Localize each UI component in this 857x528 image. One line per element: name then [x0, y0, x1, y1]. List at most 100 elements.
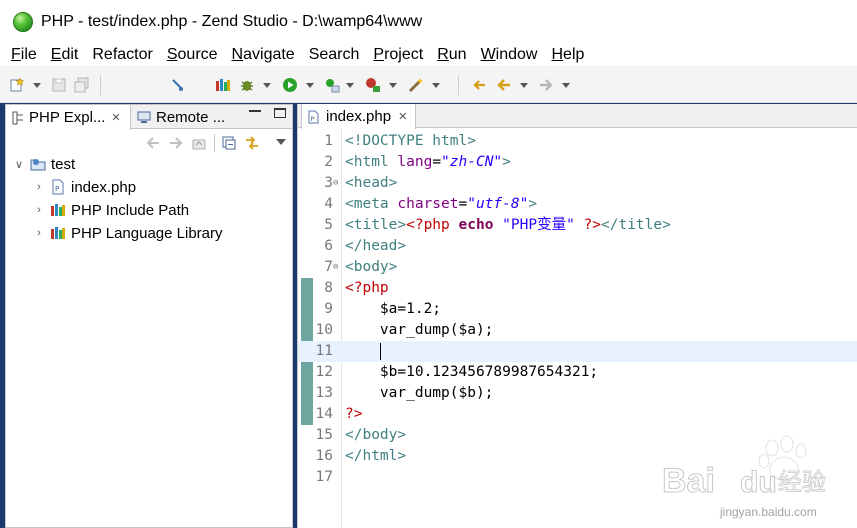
php-file-icon: P: [308, 110, 319, 123]
fold-toggle-icon[interactable]: ⊖: [333, 257, 338, 278]
code-line[interactable]: 9 $a=1.2;: [298, 299, 857, 320]
menu-mnemonic: S: [166, 46, 178, 63]
line-number: 2: [324, 154, 333, 170]
code-token: <?php: [406, 217, 459, 233]
php-library-icon[interactable]: [215, 77, 231, 93]
tab-index-php[interactable]: P index.php ✕: [301, 104, 417, 129]
code-line[interactable]: 5 <title><?php echo "PHP变量" ?></title>: [298, 215, 857, 236]
menu-item[interactable]: Search: [302, 46, 367, 64]
project-name: test: [51, 155, 76, 173]
code-token: var_dump($a);: [345, 322, 494, 338]
external-tools-icon[interactable]: [365, 77, 381, 93]
tree-item-php-language-library[interactable]: › PHP Language Library: [32, 222, 222, 244]
menu-item[interactable]: File: [4, 46, 44, 64]
code-text: <meta charset="utf-8">: [345, 194, 537, 215]
php-explorer-icon: [12, 111, 23, 124]
menu-item[interactable]: Edit: [44, 46, 86, 64]
code-line[interactable]: 10 var_dump($a);: [298, 320, 857, 341]
debug-dropdown-icon[interactable]: [263, 83, 271, 88]
code-token: =: [458, 196, 468, 212]
code-token: lang: [397, 154, 433, 170]
code-token: <head>: [345, 175, 398, 191]
maximize-icon[interactable]: [274, 108, 286, 118]
tab-remote-systems[interactable]: Remote ...: [137, 105, 247, 129]
code-line[interactable]: 7 ⊖ <body>: [298, 257, 857, 278]
menu-item[interactable]: Help: [544, 46, 591, 64]
save-all-icon[interactable]: [74, 77, 90, 93]
menu-label: indow: [495, 46, 538, 63]
code-line[interactable]: 6 </head>: [298, 236, 857, 257]
code-text: $b=10.123456789987654321;: [345, 362, 598, 383]
last-edit-location-icon[interactable]: [471, 77, 487, 93]
minimize-icon[interactable]: [249, 110, 261, 112]
menu-mnemonic: R: [437, 46, 449, 63]
code-token: <html: [345, 154, 398, 170]
tree-item-index-php[interactable]: › P index.php: [32, 176, 136, 198]
code-line[interactable]: 12 $b=10.123456789987654321;: [298, 362, 857, 383]
profile-icon[interactable]: [324, 77, 340, 93]
menu-item[interactable]: Window: [474, 46, 545, 64]
tab-php-explorer[interactable]: PHP Expl... ✕: [6, 105, 131, 130]
wizard-wand-icon[interactable]: [408, 77, 424, 93]
run-icon[interactable]: [282, 77, 298, 93]
collapse-all-icon[interactable]: [221, 135, 237, 151]
chevron-right-icon[interactable]: ›: [32, 181, 46, 193]
code-line[interactable]: 8 <?php: [298, 278, 857, 299]
code-text: <body>: [345, 257, 397, 278]
back-icon[interactable]: [496, 77, 512, 93]
code-token: =: [432, 154, 442, 170]
new-wizard-icon[interactable]: [9, 77, 25, 93]
link-with-editor-icon[interactable]: [244, 135, 260, 151]
run-dropdown-icon[interactable]: [306, 83, 314, 88]
code-line[interactable]: 3 ⊖ <head>: [298, 173, 857, 194]
debug-icon[interactable]: [239, 77, 255, 93]
up-folder-icon[interactable]: [191, 135, 207, 151]
menu-mnemonic: W: [480, 46, 496, 63]
chevron-right-icon[interactable]: ›: [32, 227, 46, 239]
menu-item[interactable]: Refactor: [85, 46, 159, 64]
code-token: </html>: [345, 448, 407, 464]
chevron-right-icon[interactable]: ›: [32, 204, 46, 216]
editor-tab-strip: P index.php ✕: [298, 104, 857, 129]
line-number: 13: [315, 385, 333, 401]
code-line[interactable]: 1 <!DOCTYPE html>: [298, 131, 857, 152]
line-number: 7: [324, 259, 333, 275]
back-nav-icon[interactable]: [145, 135, 161, 151]
new-dropdown-icon[interactable]: [33, 83, 41, 88]
menu-label: Search: [308, 46, 360, 63]
forward-nav-icon[interactable]: [168, 135, 184, 151]
menu-label: dit: [61, 46, 79, 63]
tree-item-php-include-path[interactable]: › PHP Include Path: [32, 199, 189, 221]
menu-label: ource: [177, 46, 218, 63]
forward-dropdown-icon[interactable]: [562, 83, 570, 88]
close-icon[interactable]: ✕: [111, 111, 120, 124]
menu-item[interactable]: Run: [430, 46, 473, 64]
menu-item[interactable]: Project: [366, 46, 430, 64]
line-number: 10: [315, 322, 333, 338]
menu-item[interactable]: Navigate: [225, 46, 302, 64]
code-token: "PHP变量": [502, 217, 575, 233]
save-icon[interactable]: [51, 77, 67, 93]
line-number: 9: [324, 301, 333, 317]
code-token: <meta: [345, 196, 398, 212]
chevron-down-icon[interactable]: ∨: [12, 158, 26, 171]
wand-dropdown-icon[interactable]: [432, 83, 440, 88]
line-number: 1: [324, 133, 333, 149]
external-tools-dropdown-icon[interactable]: [389, 83, 397, 88]
menu-item[interactable]: Source: [160, 46, 225, 64]
code-line[interactable]: 2 <html lang="zh-CN">: [298, 152, 857, 173]
tree-item-label: index.php: [71, 178, 137, 196]
view-menu-icon[interactable]: [276, 139, 286, 145]
close-icon[interactable]: ✕: [398, 110, 407, 123]
profile-dropdown-icon[interactable]: [346, 83, 354, 88]
fold-toggle-icon[interactable]: ⊖: [333, 173, 338, 194]
code-line[interactable]: 4 <meta charset="utf-8">: [298, 194, 857, 215]
tree-item-project[interactable]: ∨ test: [12, 153, 75, 175]
code-line[interactable]: 14 ?>: [298, 404, 857, 425]
forward-icon[interactable]: [538, 77, 554, 93]
code-line-current[interactable]: 11: [298, 341, 857, 362]
toggle-mark-occurrences-icon[interactable]: [169, 77, 185, 93]
back-dropdown-icon[interactable]: [520, 83, 528, 88]
code-line[interactable]: 13 var_dump($b);: [298, 383, 857, 404]
